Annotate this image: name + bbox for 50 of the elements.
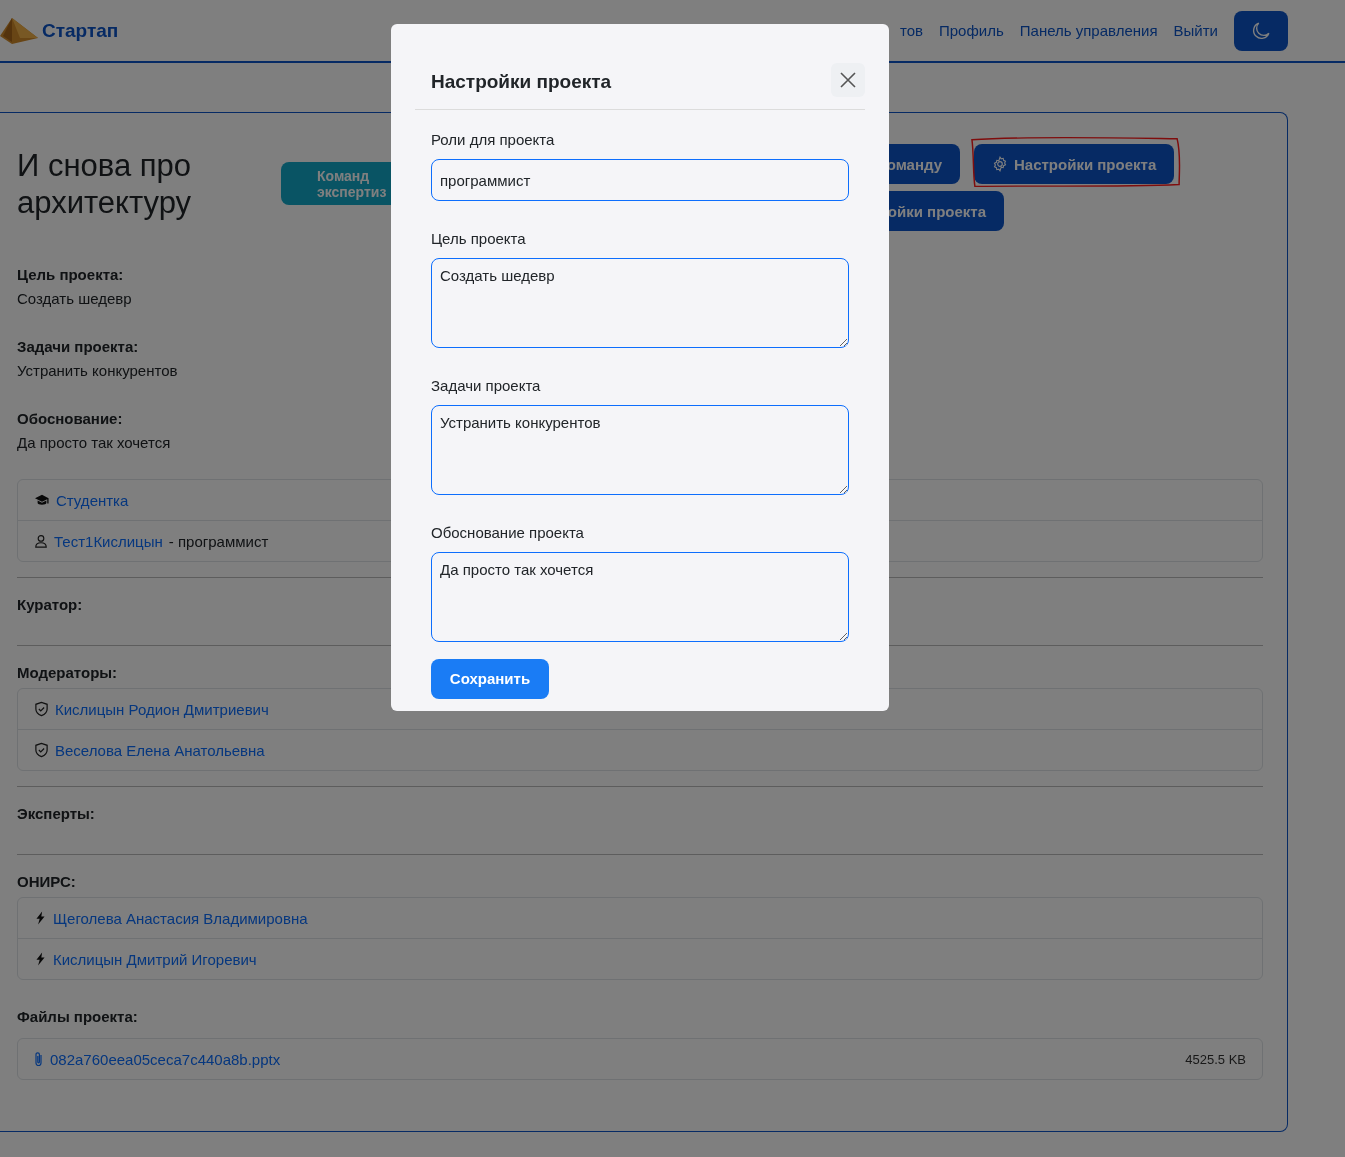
gear-icon (992, 156, 1008, 172)
field-label: Обоснование: (17, 409, 123, 429)
text-area[interactable]: Создать шедевр (431, 258, 849, 348)
nav-link[interactable]: Панель управления (1019, 22, 1158, 39)
paperclip-icon (34, 1051, 44, 1067)
roles-input[interactable]: программист (431, 159, 849, 201)
section-title: Модераторы: (17, 663, 118, 683)
text-area[interactable]: Устранить конкурентов (431, 405, 849, 495)
field-label: Цель проекта: (17, 265, 124, 285)
close-icon (840, 72, 856, 88)
theme-toggle-button[interactable] (1234, 10, 1288, 51)
field-value: Создать шедевр (17, 289, 132, 309)
person-link[interactable]: Веселова Елена Анатольевна (55, 741, 265, 759)
field-label: Роли для проекта (431, 130, 556, 150)
role-text: - программист (168, 532, 269, 550)
field-label: Задачи проекта (431, 376, 542, 396)
nav-link[interactable]: Профиль (939, 22, 1004, 39)
person-link[interactable]: Студентка (56, 491, 129, 509)
close-button[interactable] (831, 63, 865, 97)
lightning-bolt-icon (34, 910, 47, 926)
person-link[interactable]: Кислицын Дмитрий Игоревич (53, 950, 257, 968)
shield-check-icon (34, 701, 49, 717)
person-link[interactable]: Щеголева Анастасия Владимировна (53, 909, 308, 927)
settings-button[interactable]: Настройки проекта (974, 144, 1175, 184)
lightning-bolt-icon (34, 951, 47, 967)
file-size: 4525.5 KB (1185, 1051, 1246, 1067)
section-title: ОНИРС: (17, 872, 76, 892)
person-link[interactable]: Кислицын Родион Дмитриевич (55, 700, 269, 718)
file-link[interactable]: 082a760eea05ceca7c440a8b.pptx (50, 1050, 281, 1068)
nav-link[interactable]: Выйти (1173, 22, 1218, 39)
field-value: Да просто так хочется (17, 433, 171, 453)
section-title: Куратор: (17, 595, 83, 615)
field-label: Обоснование проекта (431, 523, 585, 543)
field-label: Цель проекта (431, 229, 527, 249)
person-icon (34, 534, 48, 548)
shield-check-icon (34, 742, 49, 758)
pyramid-logo-icon (0, 15, 38, 46)
section-title: Эксперты: (17, 804, 95, 824)
dialog-title: Настройки проекта (431, 71, 612, 93)
text-area[interactable]: Да просто так хочется (431, 552, 849, 642)
nav-link[interactable]: тов (900, 22, 923, 39)
save-button[interactable]: Сохранить (431, 658, 549, 699)
moon-icon (1252, 21, 1270, 40)
field-value: Устранить конкурентов (17, 361, 178, 381)
project-title: И снова про архитектуру (17, 147, 193, 222)
field-label: Задачи проекта: (17, 337, 139, 357)
graduation-cap-icon (34, 493, 50, 507)
person-link[interactable]: Тест1Кислицын (54, 532, 163, 550)
brand-name[interactable]: Стартап (42, 19, 119, 42)
section-title: Файлы проекта: (17, 1007, 138, 1027)
